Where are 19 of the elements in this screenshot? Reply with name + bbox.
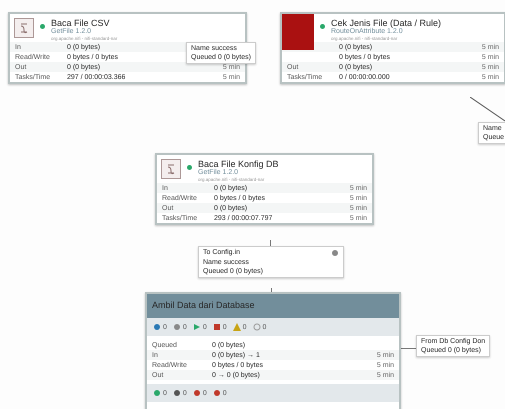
error-icon — [212, 389, 221, 397]
connector-line — [470, 97, 505, 123]
not-transmitting-icon — [331, 249, 339, 257]
processor-name: Cek Jenis File (Data / Rule) — [331, 18, 442, 28]
running-icon — [192, 323, 201, 331]
processor-icon — [14, 18, 34, 38]
stopped-icon — [212, 323, 221, 331]
processor-icon — [282, 14, 314, 50]
group-name: Ambil Data dari Database — [147, 294, 399, 318]
transmitting-icon — [153, 323, 161, 331]
invalid-icon — [232, 323, 241, 331]
not-transmitting-icon — [172, 323, 181, 331]
disabled-icon — [252, 323, 261, 331]
processor-icon — [161, 159, 181, 179]
up-to-date-icon — [153, 389, 161, 397]
modified-icon — [172, 389, 181, 397]
processor-name: Baca File CSV — [51, 18, 111, 28]
stale-icon — [192, 389, 201, 397]
processor-name: Baca File Konfig DB — [198, 159, 279, 169]
